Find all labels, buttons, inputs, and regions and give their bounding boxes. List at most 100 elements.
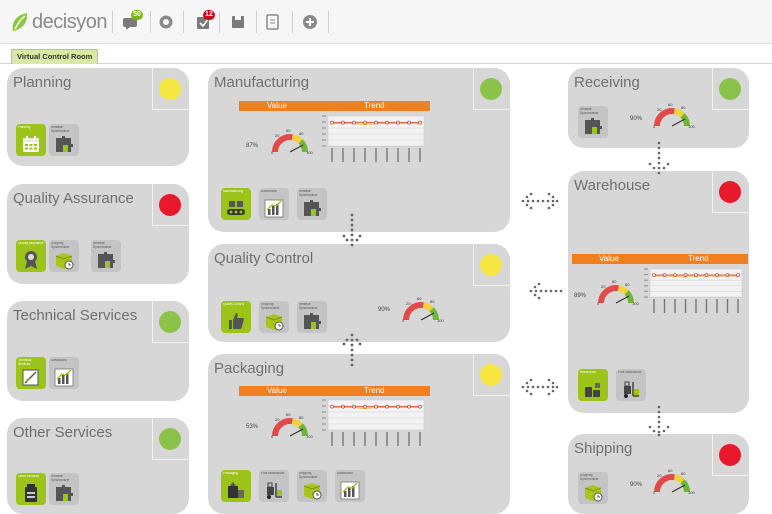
app-tile-shipping-synchronizer[interactable]: Shipping Synchronizer — [297, 470, 327, 502]
technical-services-panel[interactable]: Technical Services Technical Services Da… — [7, 301, 189, 401]
trend-chart — [644, 268, 743, 313]
messages-badge: 50 — [131, 10, 143, 20]
trend-point — [363, 404, 367, 409]
app-tile-release-synchronizer[interactable]: Release Synchronizer — [297, 301, 327, 333]
warehouse-icon — [585, 383, 600, 397]
gauge-tick-label: 60 — [286, 412, 291, 417]
trend-point — [694, 273, 698, 278]
app-tile-warehouse[interactable]: Warehouse — [578, 369, 608, 401]
medal-icon — [25, 251, 37, 269]
app-tile-packaging[interactable]: Packaging — [221, 470, 251, 502]
status-indicator-red — [719, 444, 741, 466]
receiving-panel[interactable]: Receiving Release Synchronizer 90% 0 20 60… — [568, 68, 749, 148]
decisyon-logo[interactable]: decisyon — [10, 9, 107, 35]
document-icon[interactable] — [264, 13, 282, 31]
app-tile-dashboard[interactable]: Dashboard — [49, 357, 79, 389]
trend-point — [385, 404, 389, 409]
manufacturing-panel[interactable]: Manufacturing Value Trend 87% 0 20 60 80 100… — [208, 68, 510, 232]
other-services-panel[interactable]: Other Services Other Services Release Sy… — [7, 418, 189, 514]
trend-label: Trend — [688, 254, 709, 263]
app-tile-release-synchronizer[interactable]: Release Synchronizer — [49, 124, 79, 156]
forklift-icon — [624, 381, 639, 398]
app-tile-shipping-synchronizer[interactable]: Shipping Synchronizer — [578, 472, 608, 504]
gauge-band-yellow — [291, 134, 303, 144]
quality-control-panel[interactable]: Quality Control Quality Control Shipping… — [208, 244, 510, 342]
app-tile-release-synchronizer[interactable]: Release Synchronizer — [297, 188, 327, 220]
tab-bar: Virtual Control Room — [0, 44, 772, 64]
save-icon[interactable] — [229, 13, 247, 31]
trend-point — [683, 273, 688, 278]
trend-x-tick — [695, 299, 697, 313]
gauge-needle — [671, 118, 686, 127]
packaging-panel[interactable]: Packaging Value Trend 53% 0 20 60 80 100 Pac… — [208, 354, 510, 514]
planning-panel[interactable]: Planning Planning Release Synchronizer — [7, 68, 189, 166]
forklift-icon — [267, 482, 282, 499]
quality-assurance-panel[interactable]: Quality Assurance Quality Assurance Ship… — [7, 184, 189, 284]
tasks-badge: 12 — [203, 10, 215, 20]
toolbar-divider — [328, 11, 329, 33]
puzzle-icon — [98, 252, 115, 268]
app-tile-quality-control[interactable]: Quality Control — [221, 301, 251, 333]
gauge-chart: 0206080100 — [653, 102, 695, 129]
trend-point — [363, 120, 367, 125]
app-tile-fork-warehouse[interactable]: Fork Warehouse — [259, 470, 289, 502]
trend-point — [407, 120, 411, 125]
conveyor-icon — [227, 201, 245, 215]
trend-y-tick — [322, 429, 326, 431]
trend-y-tick — [322, 133, 326, 135]
trend-y-tick — [644, 296, 648, 298]
status-box — [152, 301, 189, 343]
tab-virtual-control-room[interactable]: Virtual Control Room — [11, 49, 99, 64]
app-tile-release-synchronizer[interactable]: Release Synchronizer — [91, 240, 121, 272]
app-tile-technical-services[interactable]: Technical Services — [16, 357, 46, 389]
trend-point — [725, 273, 730, 278]
gauge-needle — [289, 428, 304, 437]
app-tile-quality-assurance[interactable]: Quality Assurance — [16, 240, 46, 272]
warehouse-panel[interactable]: Warehouse Value Trend 89% 0 20 60 80 100 War… — [568, 171, 749, 413]
trend-point — [341, 404, 345, 409]
app-tile-manufacturing[interactable]: Manufacturing — [221, 188, 251, 220]
status-indicator-green — [480, 78, 502, 100]
app-tile-other-services[interactable]: Other Services — [16, 473, 46, 505]
toolbar-divider — [292, 11, 293, 33]
trend-y-tick — [322, 399, 326, 401]
app-tile-fork-warehouse[interactable]: Fork Warehouse — [616, 369, 646, 401]
gauge-value: 90% — [630, 482, 643, 488]
control-room-board: Planning Planning Release Synchronizer Q… — [0, 64, 772, 514]
trend-y-tick — [322, 423, 326, 425]
trend-x-tick — [386, 432, 388, 446]
app-tile-planning[interactable]: Planning — [16, 124, 46, 156]
app-tile-dashboard[interactable]: Dashboard — [335, 470, 365, 502]
panel-title: Manufacturing — [214, 74, 310, 91]
trend-x-tick — [375, 148, 377, 162]
trend-plot-area — [649, 268, 743, 298]
gauge-band-red — [598, 285, 619, 304]
trend-point — [385, 120, 389, 125]
app-tile-release-synchronizer[interactable]: Release Synchronizer — [49, 473, 79, 505]
app-tile-dashboard[interactable]: Dashboard — [259, 188, 289, 220]
gauge-tick-label: 100 — [306, 434, 313, 439]
gauge-tick-label: 100 — [437, 318, 444, 323]
app-tile-release-synchronizer[interactable]: Release Synchronizer — [578, 106, 608, 138]
trend-x-tick — [397, 432, 399, 446]
app-tile-shipping-synchronizer[interactable]: Shipping Synchronizer — [259, 301, 289, 333]
add-icon[interactable] — [301, 13, 319, 31]
bar-chart-icon — [264, 199, 284, 218]
toolbar-divider — [150, 11, 151, 33]
panel-title: Quality Control — [214, 250, 314, 267]
status-box — [473, 244, 510, 286]
gauge-tick-label: 20 — [275, 417, 280, 422]
status-box — [712, 434, 749, 476]
bar-chart-icon — [54, 368, 74, 387]
panel-title: Planning — [13, 74, 72, 91]
app-tile-shipping-synchronizer[interactable]: Shipping Synchronizer — [49, 240, 79, 272]
refresh-icon[interactable] — [157, 13, 175, 31]
trend-x-tick — [353, 148, 355, 162]
value-label: Value — [599, 254, 619, 263]
shipping-panel[interactable]: Shipping Shipping Synchronizer 90% 0 20 60… — [568, 434, 749, 514]
status-indicator-yellow — [480, 364, 502, 386]
status-box — [152, 68, 189, 110]
trend-point — [352, 404, 356, 409]
trend-point — [396, 120, 400, 125]
trend-y-tick — [322, 417, 326, 419]
